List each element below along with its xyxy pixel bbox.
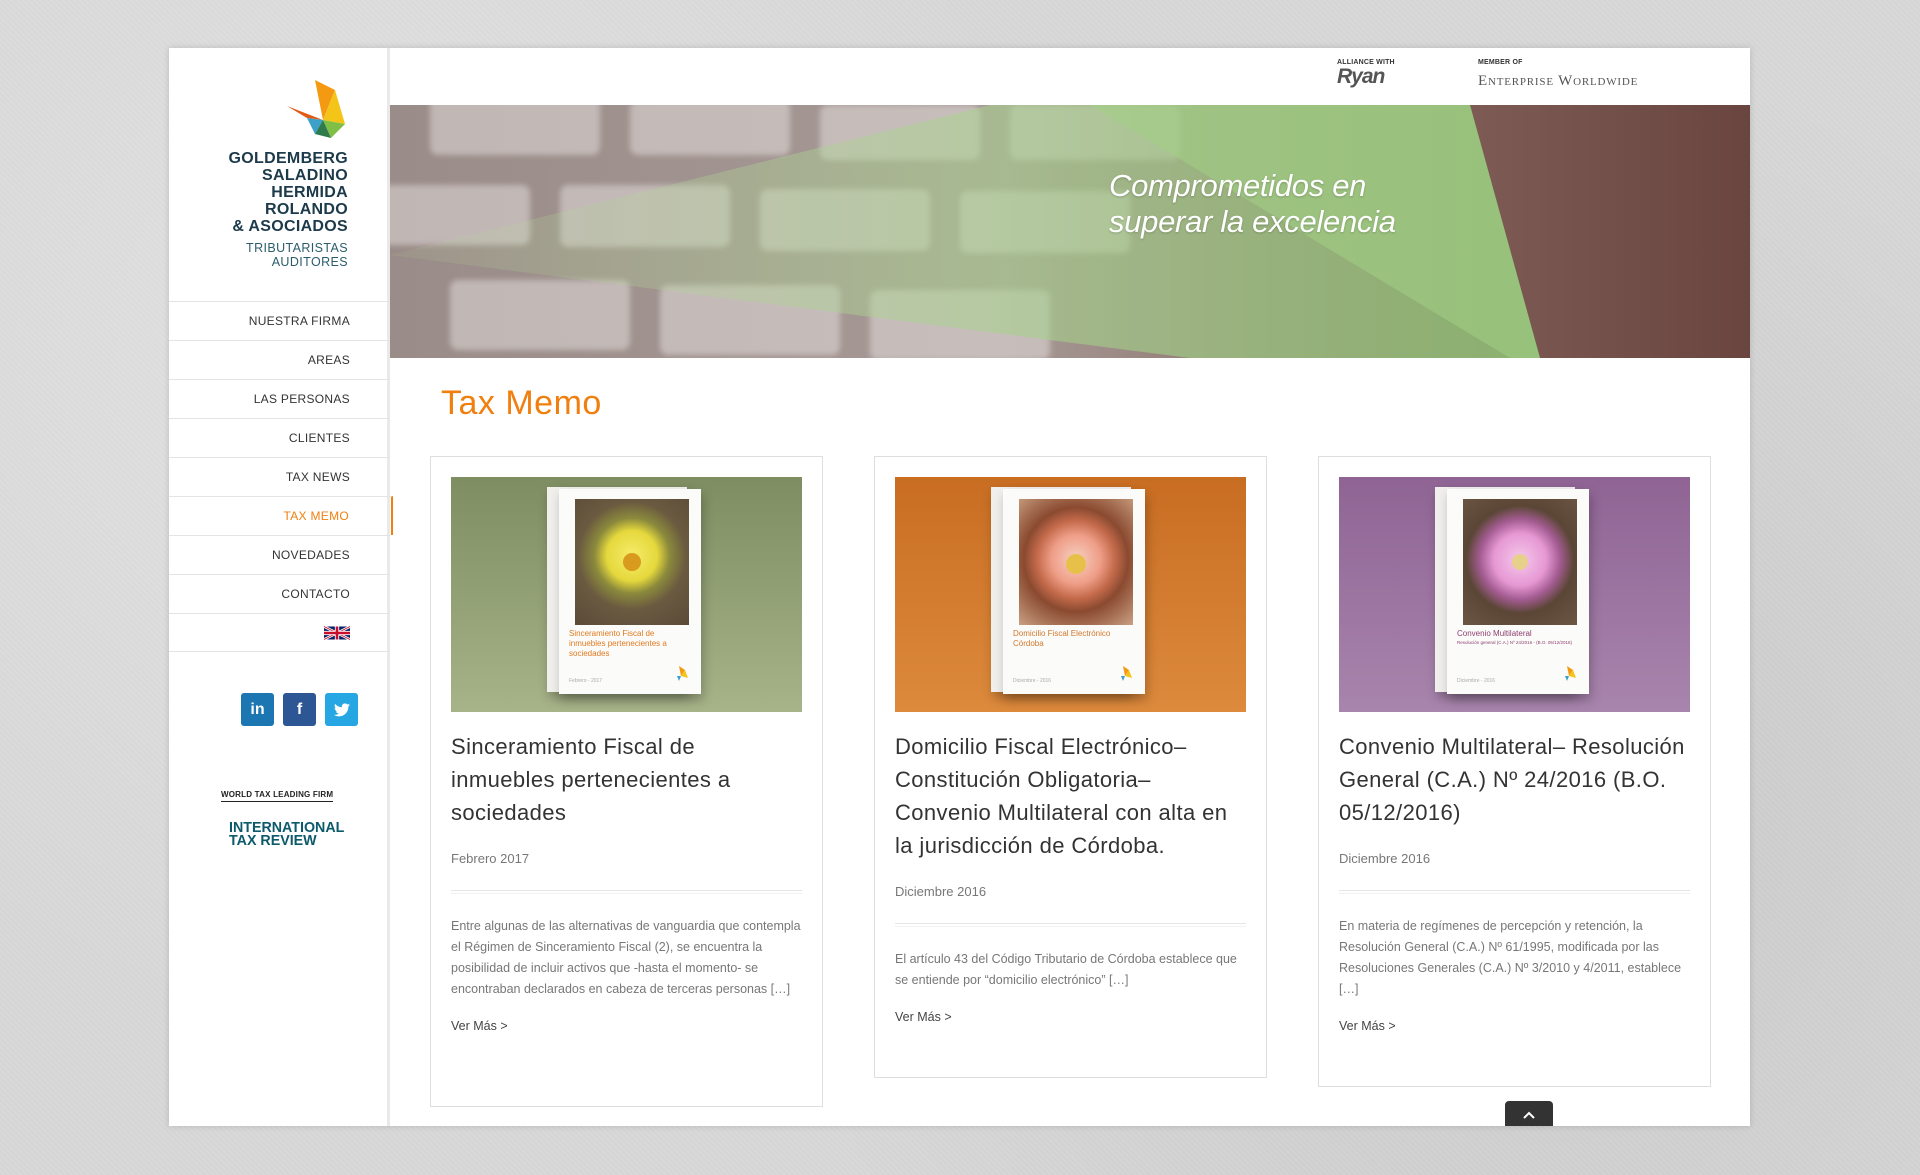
book-title: Convenio Multilateral (1457, 629, 1532, 638)
memo-card-image[interactable]: Convenio Multilateral Resolución general… (1339, 477, 1690, 712)
hero-banner: Comprometidos en superar la excelencia (390, 105, 1750, 358)
memo-card-excerpt: En materia de regímenes de percepción y … (1339, 919, 1682, 996)
book-logo-icon (1565, 666, 1576, 681)
banner-green-shape (390, 105, 1540, 358)
itr-badge-name: INTERNATIONAL TAX REVIEW (229, 820, 344, 848)
twitter-bird-icon (333, 702, 350, 716)
read-more-link[interactable]: Ver Más > (451, 1019, 802, 1033)
memo-card-title[interactable]: Domicilio Fiscal Electrónico– Constituci… (895, 730, 1246, 862)
facebook-icon[interactable]: f (283, 693, 316, 726)
logo-mark-icon (287, 80, 345, 138)
book-title: Sinceramiento Fiscal de inmuebles perten… (569, 629, 667, 658)
nav-item-contacto[interactable]: CONTACTO (169, 574, 390, 613)
nav-item-language[interactable] (169, 613, 390, 652)
logo-sub-line: TRIBUTARISTAS (246, 241, 348, 255)
page-title: Tax Memo (441, 384, 602, 422)
memo-card-excerpt: El artículo 43 del Código Tributario de … (895, 952, 1237, 987)
cactus-flower-photo (1463, 499, 1577, 625)
chevron-up-icon (1523, 1111, 1535, 1119)
logo-line: SALADINO (262, 167, 348, 184)
logo-line: GOLDEMBERG (228, 150, 348, 167)
memo-card-image[interactable]: Domicilio Fiscal Electrónico Córdoba Dic… (895, 477, 1246, 712)
memo-card-date: Diciembre 2016 (895, 884, 987, 899)
logo-line: HERMIDA (271, 184, 348, 201)
banner-slogan: Comprometidos en superar la excelencia (1109, 168, 1396, 240)
book-date: Diciembre - 2016 (1013, 678, 1052, 684)
nav-item-tax-news[interactable]: TAX NEWS (169, 457, 390, 496)
book-title: Domicilio Fiscal Electrónico Córdoba (1013, 629, 1111, 648)
memo-card-divider (895, 923, 1246, 927)
banner-line: superar la excelencia (1109, 204, 1396, 239)
book-subtitle: Resolución general (C.A.) Nº 24/2016 - (… (1457, 640, 1572, 645)
main-content: ALLIANCE WITH Ryan MEMBER OF Enterprise … (390, 48, 1750, 1126)
logo-subtitle: TRIBUTARISTAS AUDITORES (246, 241, 348, 269)
memo-card-image[interactable]: Sinceramiento Fiscal de inmuebles perten… (451, 477, 802, 712)
book-logo-icon (1121, 666, 1132, 681)
book-front: Convenio Multilateral Resolución general… (1447, 489, 1589, 694)
twitter-icon[interactable] (325, 693, 358, 726)
book-date: Febrero - 2017 (569, 678, 603, 684)
social-links: in f (241, 693, 358, 726)
sidebar-nav: NUESTRA FIRMA AREAS LAS PERSONAS CLIENTE… (169, 301, 393, 652)
nav-item-las-personas[interactable]: LAS PERSONAS (169, 379, 390, 418)
memo-card: Sinceramiento Fiscal de inmuebles perten… (430, 456, 823, 1107)
memo-card-divider (451, 890, 802, 894)
logo-line: ROLANDO (265, 201, 348, 218)
book-front: Domicilio Fiscal Electrónico Córdoba Dic… (1003, 489, 1145, 694)
read-more-link[interactable]: Ver Más > (1339, 1019, 1690, 1033)
top-bar: ALLIANCE WITH Ryan MEMBER OF Enterprise … (390, 48, 1750, 105)
member-brand: Enterprise Worldwide (1478, 73, 1639, 89)
cactus-flower-photo (575, 499, 689, 625)
alliance-logo[interactable]: ALLIANCE WITH Ryan (1337, 59, 1395, 89)
memo-card-excerpt: Entre algunas de las alternativas de van… (451, 919, 801, 996)
read-more-link[interactable]: Ver Más > (895, 1010, 1246, 1024)
book-date: Diciembre - 2016 (1457, 678, 1496, 684)
itr-badge-top: WORLD TAX LEADING FIRM (221, 790, 334, 802)
logo-sub-line: AUDITORES (271, 255, 348, 269)
member-logo[interactable]: MEMBER OF Enterprise Worldwide (1478, 59, 1638, 90)
memo-card-divider (1339, 890, 1690, 894)
banner-line: Comprometidos en (1109, 168, 1367, 203)
logo-line: & ASOCIADOS (232, 218, 348, 235)
linkedin-icon[interactable]: in (241, 693, 274, 726)
scroll-to-top-button[interactable] (1505, 1101, 1553, 1126)
nav-item-areas[interactable]: AREAS (169, 340, 390, 379)
memo-card: Domicilio Fiscal Electrónico Córdoba Dic… (874, 456, 1267, 1078)
memo-card-date: Diciembre 2016 (1339, 851, 1431, 866)
memo-card-title[interactable]: Convenio Multilateral– Resolución Genera… (1339, 730, 1690, 829)
nav-item-clientes[interactable]: CLIENTES (169, 418, 390, 457)
cactus-flower-photo (1019, 499, 1133, 625)
itr-badge[interactable]: WORLD TAX LEADING FIRM INTERNATIONAL TAX… (221, 784, 344, 848)
site-container: GOLDEMBERG SALADINO HERMIDA ROLANDO & AS… (169, 48, 1750, 1126)
memo-card-title[interactable]: Sinceramiento Fiscal de inmuebles perten… (451, 730, 802, 829)
logo[interactable]: GOLDEMBERG SALADINO HERMIDA ROLANDO & AS… (169, 48, 390, 301)
logo-firm-name: GOLDEMBERG SALADINO HERMIDA ROLANDO & AS… (229, 150, 348, 235)
uk-flag-icon (324, 624, 350, 641)
book-front: Sinceramiento Fiscal de inmuebles perten… (559, 489, 701, 694)
book-logo-icon (677, 666, 688, 681)
alliance-brand: Ryan (1337, 65, 1385, 88)
memo-card-date: Febrero 2017 (451, 851, 530, 866)
nav-item-novedades[interactable]: NOVEDADES (169, 535, 390, 574)
nav-item-nuestra-firma[interactable]: NUESTRA FIRMA (169, 301, 390, 340)
sidebar: GOLDEMBERG SALADINO HERMIDA ROLANDO & AS… (169, 48, 393, 1126)
nav-item-tax-memo[interactable]: TAX MEMO (169, 496, 393, 535)
member-label: MEMBER OF (1478, 59, 1523, 66)
memo-card: Convenio Multilateral Resolución general… (1318, 456, 1711, 1087)
